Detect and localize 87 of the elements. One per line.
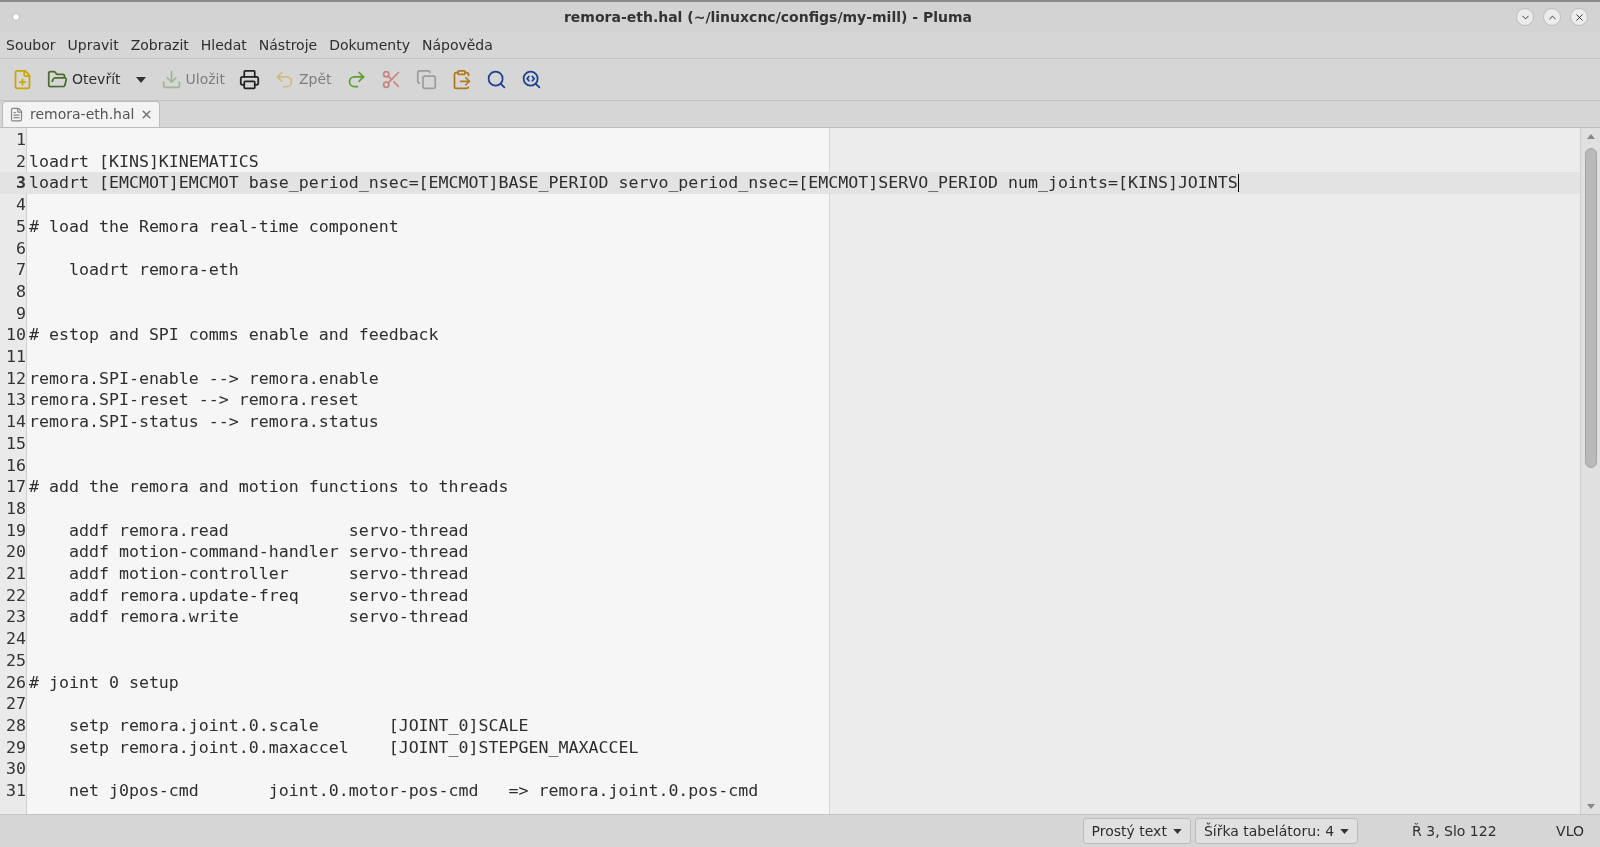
- code-line: # estop and SPI comms enable and feedback: [29, 324, 439, 347]
- code-line: setp remora.joint.0.scale [JOINT_0]SCALE: [67, 715, 529, 737]
- caret-icon: [1172, 828, 1182, 834]
- line-number: 18: [5, 497, 26, 520]
- scrollbar-thumb[interactable]: [1584, 148, 1597, 468]
- copy-icon: [415, 69, 437, 90]
- document-icon: [9, 107, 24, 122]
- code-line: net j0pos-cmd joint.0.motor-pos-cmd => remora.joint.0.pos-cmd: [67, 780, 759, 802]
- code-line: # joint 0 setup: [29, 671, 179, 694]
- line-number: 1: [15, 129, 26, 151]
- vertical-scrollbar[interactable]: [1580, 128, 1600, 814]
- tab-label: remora-eth.hal: [30, 105, 135, 124]
- line-number: 9: [15, 302, 26, 325]
- scroll-up-arrow-icon: [1586, 134, 1595, 139]
- scissors-icon: [380, 69, 402, 90]
- line-number: 12: [5, 367, 26, 390]
- code-line: loadrt [KINS]KINEMATICS: [29, 150, 259, 173]
- line-number: 29: [5, 736, 26, 759]
- caret-icon: [135, 76, 146, 83]
- menu-item[interactable]: Nástroje: [254, 34, 322, 56]
- code-line: loadrt remora-eth: [67, 259, 239, 281]
- tab-width-dropdown[interactable]: Šířka tabelátoru: 4: [1194, 818, 1359, 844]
- line-number: 20: [5, 541, 26, 564]
- scroll-down-arrow-icon: [1586, 804, 1595, 809]
- code-line: # load the Remora real-time component: [29, 215, 399, 238]
- line-number: 25: [5, 649, 26, 672]
- line-number: 2: [15, 150, 26, 173]
- line-number: 23: [5, 606, 26, 629]
- menu-item[interactable]: Upravit: [63, 34, 123, 56]
- search-icon: [485, 69, 507, 90]
- line-number: 3: [15, 172, 26, 195]
- line-number: 6: [15, 237, 26, 260]
- line-number: 16: [5, 454, 26, 477]
- line-number: 17: [5, 476, 26, 498]
- printer-icon: [239, 69, 260, 90]
- line-number: 7: [15, 259, 26, 281]
- line-number: 31: [5, 780, 26, 802]
- line-number: 30: [5, 758, 26, 781]
- line-number: 15: [5, 432, 26, 455]
- window-title: remora-eth.hal (~/linuxcnc/configs/my-mill) - Pluma: [562, 7, 974, 27]
- text-cursor: [1237, 174, 1239, 193]
- line-number: 24: [5, 628, 26, 650]
- search-replace-icon: [520, 69, 542, 90]
- code-line: loadrt [EMCMOT]EMCMOT base_period_nsec=[EMCMOT]BASE_PERIOD servo_period_nsec=[EMCMOT]SERVO_PERIOD num_joints=[KINS]JOINTS: [29, 172, 1238, 195]
- menu-item[interactable]: Zobrazit: [126, 34, 193, 56]
- new-document-icon: [12, 69, 33, 90]
- insert-mode: VLO: [1556, 821, 1584, 841]
- menu-item[interactable]: Dokumenty: [325, 34, 414, 56]
- line-number: 4: [15, 194, 26, 216]
- toolbar-button[interactable]: Otevřít: [43, 63, 125, 96]
- line-number: 11: [5, 346, 26, 368]
- undo-arrow-icon: [274, 69, 295, 90]
- code-line: addf motion-controller servo-thread: [67, 563, 469, 585]
- code-line: remora.SPI-reset --> remora.reset: [29, 389, 359, 412]
- code-line: addf motion-command-handler servo-thread: [67, 541, 469, 564]
- caret-icon: [1340, 828, 1350, 834]
- code-line: remora.SPI-enable --> remora.enable: [29, 367, 379, 390]
- menu-item[interactable]: Hledat: [196, 34, 251, 56]
- code-line: addf remora.write servo-thread: [67, 606, 469, 629]
- menu-item[interactable]: Nápověda: [417, 34, 497, 56]
- menu-item[interactable]: Soubor: [2, 34, 60, 56]
- line-number: 5: [15, 215, 26, 238]
- download-icon: [160, 69, 182, 90]
- syntax-dropdown[interactable]: Prostý text: [1082, 818, 1191, 844]
- line-number: 27: [5, 693, 26, 715]
- code-line: addf remora.read servo-thread: [67, 519, 469, 542]
- maximize-button[interactable]: [1543, 8, 1561, 26]
- document-tab[interactable]: remora-eth.hal: [2, 101, 161, 127]
- code-line: setp remora.joint.0.maxaccel [JOINT_0]STEPGEN_MAXACCEL: [67, 736, 639, 759]
- folder-icon: [47, 69, 68, 90]
- line-number: 13: [5, 389, 26, 412]
- line-number: 22: [5, 584, 26, 607]
- line-number: 21: [5, 563, 26, 585]
- line-number: 8: [15, 280, 26, 303]
- minimize-button[interactable]: [1516, 8, 1534, 26]
- close-button[interactable]: [1570, 8, 1588, 26]
- line-number: 10: [5, 324, 26, 347]
- line-number: 19: [5, 519, 26, 542]
- code-line: remora.SPI-status --> remora.status: [29, 411, 379, 433]
- line-number: 14: [5, 411, 26, 433]
- code-line: # add the remora and motion functions to threads: [29, 476, 509, 498]
- close-icon: [1573, 11, 1585, 23]
- line-number: 26: [5, 671, 26, 694]
- cursor-position: Ř 3, Slo 122: [1412, 821, 1498, 841]
- code-line: addf remora.update-freq servo-thread: [67, 584, 469, 607]
- editor-area[interactable]: [0, 128, 1580, 814]
- line-number: 28: [5, 715, 26, 737]
